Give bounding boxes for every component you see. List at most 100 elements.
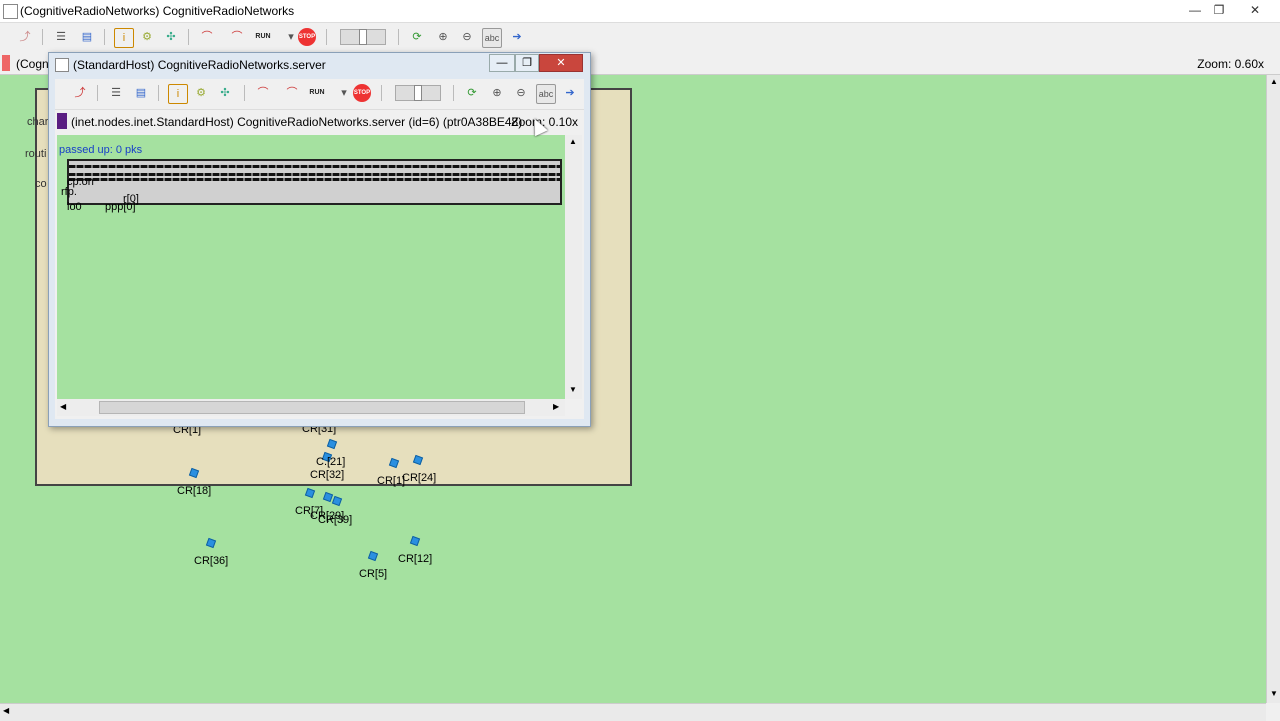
- passed-up-label: passed up: 0 pks: [59, 144, 143, 156]
- toolbar-separator: [158, 85, 159, 101]
- run-button[interactable]: RUN: [254, 28, 272, 46]
- cr-node-label[interactable]: CR[18]: [177, 485, 211, 497]
- animation-speed-slider[interactable]: [340, 29, 386, 45]
- cr-node-label[interactable]: CR[24]: [402, 472, 436, 484]
- app-icon: [55, 58, 69, 72]
- inspector-horizontal-scrollbar[interactable]: ◀ ▶: [57, 399, 565, 416]
- cr-node-label[interactable]: CR[36]: [194, 555, 228, 567]
- arrow-right-icon[interactable]: ➔: [561, 84, 579, 102]
- stop-button[interactable]: STOP: [298, 28, 316, 46]
- scroll-left-icon[interactable]: ◀: [3, 706, 9, 715]
- parent-module-icon[interactable]: ⤴: [71, 84, 89, 102]
- scroll-left-icon[interactable]: ◀: [60, 402, 66, 411]
- arrow-right-icon[interactable]: ➔: [508, 28, 526, 46]
- zoom-out-icon[interactable]: ⊖: [458, 28, 476, 46]
- module-info-label: (inet.nodes.inet.StandardHost) Cognitive…: [71, 115, 523, 129]
- info-icon[interactable]: i: [114, 28, 134, 48]
- cr-node-label[interactable]: CR[12]: [398, 553, 432, 565]
- cr-node-label[interactable]: CR[32]: [310, 469, 344, 481]
- inspector-window[interactable]: (StandardHost) CognitiveRadioNetworks.se…: [48, 52, 591, 427]
- fast-step-icon[interactable]: ⌒: [283, 84, 301, 102]
- inspector-body: ⤴ ☰ ▤ i ⚙ ✣ ⌒ ⌒ RUN ▾ STOP ⟳ ⊕ ⊖ abc ➔ (…: [55, 79, 584, 419]
- animation-speed-slider[interactable]: [395, 85, 441, 101]
- side-label: routi: [25, 148, 47, 160]
- side-label: char: [27, 116, 49, 128]
- toolbar-separator: [104, 29, 105, 45]
- minimize-button[interactable]: —: [1184, 2, 1206, 18]
- refresh-icon[interactable]: ⟳: [408, 28, 426, 46]
- submodule-ppp-label[interactable]: ppp[0]: [105, 201, 136, 213]
- network-icon[interactable]: ✣: [216, 84, 234, 102]
- scroll-up-icon[interactable]: ▲: [1270, 77, 1278, 86]
- close-button[interactable]: ✕: [1244, 2, 1266, 18]
- restore-button[interactable]: ❐: [1208, 2, 1230, 18]
- toolbar-separator: [244, 85, 245, 101]
- inspector-restore-button[interactable]: ❐: [515, 54, 539, 72]
- parent-module-icon[interactable]: ⤴: [16, 28, 34, 46]
- main-window-title: (CognitiveRadioNetworks) CognitiveRadioN…: [20, 4, 295, 18]
- toolbar-separator: [453, 85, 454, 101]
- vertical-scrollbar[interactable]: ▲ ▼: [1266, 75, 1280, 703]
- scroll-up-icon[interactable]: ▲: [569, 137, 577, 146]
- inspector-toolbar: ⤴ ☰ ▤ i ⚙ ✣ ⌒ ⌒ RUN ▾ STOP ⟳ ⊕ ⊖ abc ➔: [55, 79, 584, 109]
- gear-icon[interactable]: ⚙: [138, 28, 156, 46]
- scroll-down-icon[interactable]: ▼: [569, 385, 577, 394]
- fast-step-icon[interactable]: ⌒: [228, 28, 246, 46]
- slider-knob[interactable]: [359, 29, 367, 45]
- inspector-vertical-scrollbar[interactable]: ▲ ▼: [565, 135, 582, 399]
- show-labels-button[interactable]: abc: [482, 28, 502, 48]
- app-icon: [3, 4, 18, 19]
- gear-icon[interactable]: ⚙: [192, 84, 210, 102]
- submodule-lo0-label[interactable]: lo0: [67, 201, 82, 213]
- step-icon[interactable]: ⌒: [254, 84, 272, 102]
- log-window-icon[interactable]: ▤: [78, 28, 96, 46]
- toolbar-separator: [398, 29, 399, 45]
- zoom-out-icon[interactable]: ⊖: [512, 84, 530, 102]
- overlapping-submodules: [69, 173, 560, 176]
- main-toolbar: ⤴ ☰ ▤ i ⚙ ✣ ⌒ ⌒ RUN ▾ STOP ⟳ ⊕ ⊖ abc ➔: [0, 23, 1280, 51]
- toolbar-separator: [326, 29, 327, 45]
- slider-knob[interactable]: [414, 85, 422, 101]
- zoom-level-label: Zoom: 0.60x: [1197, 57, 1264, 71]
- cr-node-label[interactable]: CR[39]: [318, 514, 352, 526]
- scrollbar-thumb[interactable]: [99, 401, 525, 414]
- cr-node-label[interactable]: CR[5]: [359, 568, 387, 580]
- stop-button[interactable]: STOP: [353, 84, 371, 102]
- host-submodule-box[interactable]: [67, 159, 562, 205]
- overlapping-submodules: [69, 178, 560, 181]
- object-list-icon[interactable]: ☰: [107, 84, 125, 102]
- info-icon[interactable]: i: [168, 84, 188, 104]
- module-color-swatch: [2, 55, 10, 71]
- zoom-in-icon[interactable]: ⊕: [434, 28, 452, 46]
- scroll-right-icon[interactable]: ▶: [553, 402, 559, 411]
- zoom-in-icon[interactable]: ⊕: [488, 84, 506, 102]
- inspector-info-bar: (inet.nodes.inet.StandardHost) Cognitive…: [55, 109, 584, 132]
- main-title-bar: (CognitiveRadioNetworks) CognitiveRadioN…: [0, 0, 1280, 23]
- inspector-window-title: (StandardHost) CognitiveRadioNetworks.se…: [73, 58, 326, 72]
- module-color-swatch: [57, 113, 67, 129]
- object-list-icon[interactable]: ☰: [52, 28, 70, 46]
- refresh-icon[interactable]: ⟳: [463, 84, 481, 102]
- horizontal-scrollbar[interactable]: ◀: [0, 703, 1266, 721]
- network-icon[interactable]: ✣: [162, 28, 180, 46]
- inspector-title-bar[interactable]: (StandardHost) CognitiveRadioNetworks.se…: [49, 53, 590, 77]
- run-menu-chevron-icon[interactable]: ▾: [335, 84, 353, 102]
- side-label: co: [35, 178, 47, 190]
- inspector-minimize-button[interactable]: —: [489, 54, 515, 72]
- toolbar-separator: [97, 85, 98, 101]
- run-button[interactable]: RUN: [308, 84, 326, 102]
- toolbar-separator: [188, 29, 189, 45]
- toolbar-separator: [381, 85, 382, 101]
- show-labels-button[interactable]: abc: [536, 84, 556, 104]
- scroll-down-icon[interactable]: ▼: [1270, 689, 1278, 698]
- overlap-text: rfp.: [61, 186, 77, 198]
- toolbar-separator: [42, 29, 43, 45]
- overlapping-submodules: [69, 165, 560, 168]
- cr-node-label[interactable]: C.[21]: [316, 456, 345, 468]
- log-window-icon[interactable]: ▤: [132, 84, 150, 102]
- host-canvas[interactable]: passed up: 0 pks cp.on rfp. r[0] lo0 ppp…: [57, 135, 565, 399]
- inspector-close-button[interactable]: ✕: [539, 54, 583, 72]
- step-icon[interactable]: ⌒: [198, 28, 216, 46]
- module-info-label: (Cogn: [16, 57, 49, 71]
- cr-node-label[interactable]: CR[1]: [377, 475, 405, 487]
